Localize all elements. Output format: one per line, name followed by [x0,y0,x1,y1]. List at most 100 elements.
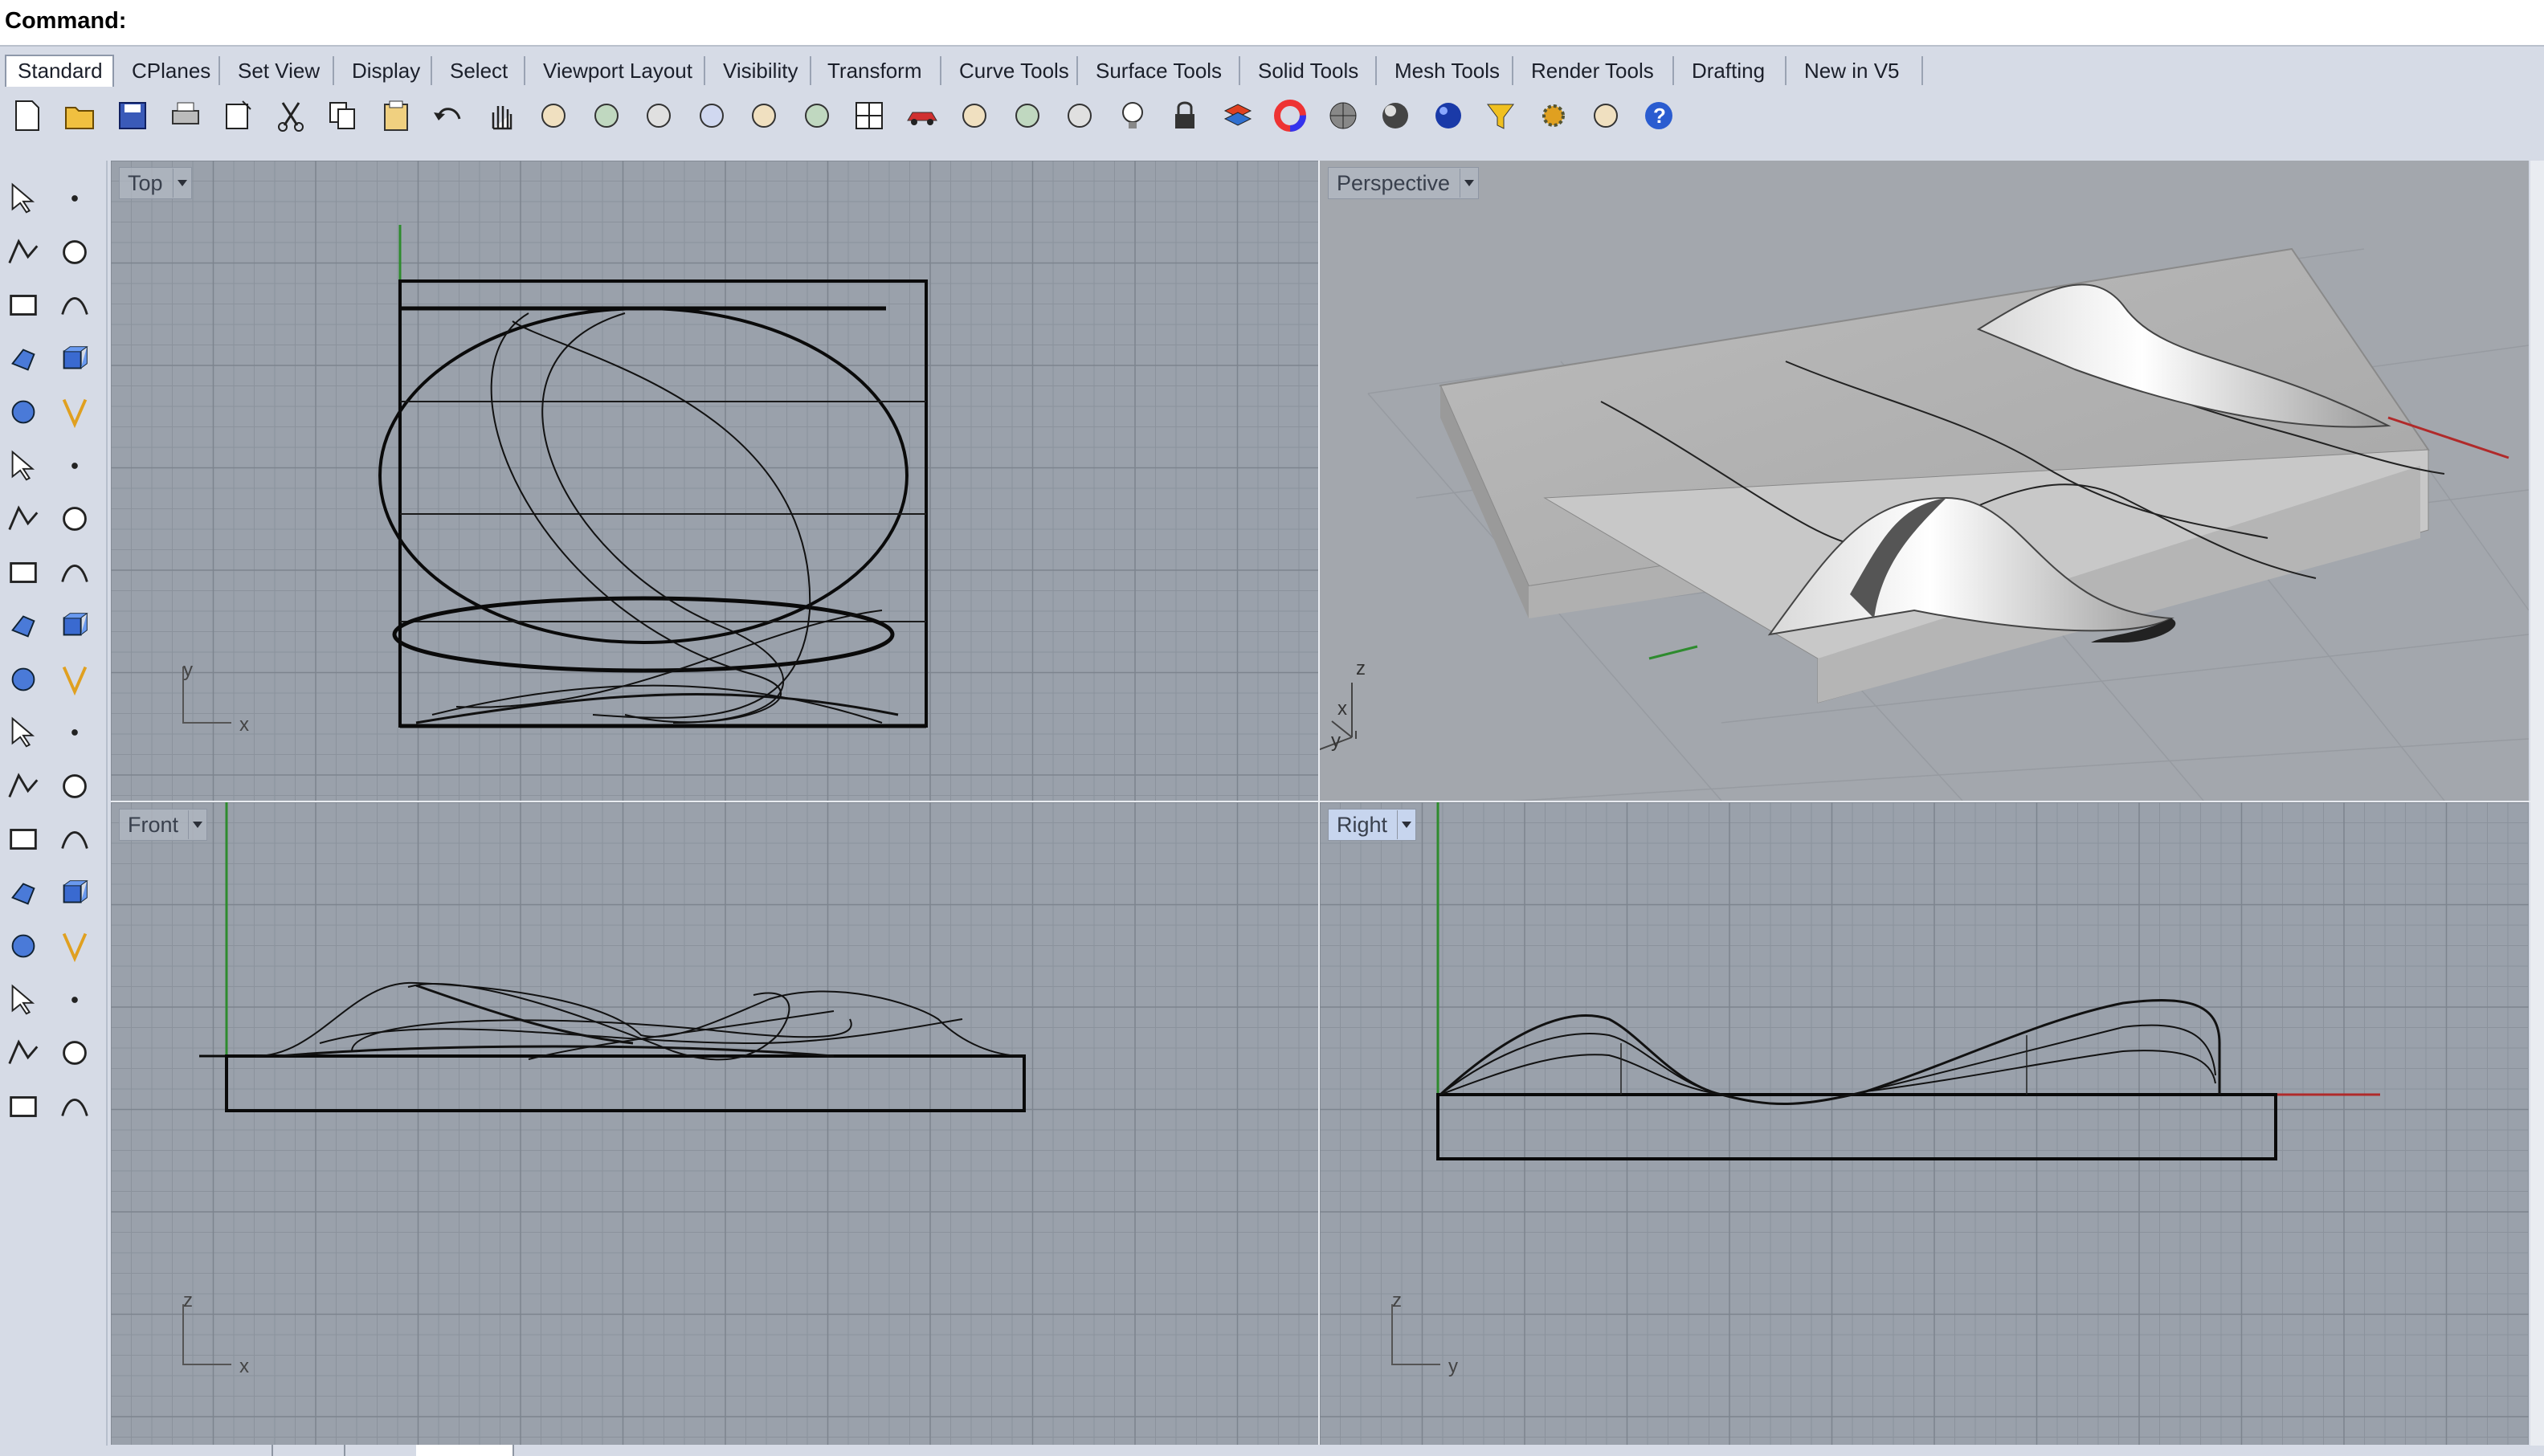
tab-standard[interactable]: Standard [5,55,114,87]
viewport-front[interactable]: Front z x [111,802,1318,1445]
viewport-top[interactable]: Top y x [111,161,1318,801]
boolean-union-icon[interactable] [2,711,45,754]
tab-solid-tools[interactable]: Solid Tools [1247,56,1377,85]
open-folder-icon[interactable] [59,95,101,137]
save-icon[interactable] [112,95,153,137]
chevron-down-icon[interactable] [1460,169,1478,198]
tab-cplanes[interactable]: CPlanes [120,56,220,85]
viewport-title-right[interactable]: Right [1328,809,1417,841]
surface-edge-icon[interactable] [53,444,96,487]
zoom-icon[interactable] [586,95,627,137]
filter-icon[interactable] [1480,95,1521,137]
chevron-down-icon[interactable] [188,810,206,839]
viewport-splitter-horizontal[interactable] [111,801,2530,802]
split-icon[interactable] [53,604,96,647]
zoom-window-icon[interactable] [638,95,680,137]
zoom-extents-icon[interactable] [691,95,733,137]
blue-sphere-icon[interactable] [1427,95,1469,137]
array-icon[interactable] [2,871,45,915]
mesh-surface-icon[interactable] [53,551,96,594]
paste-icon[interactable] [375,95,417,137]
sphere-material-icon[interactable] [1322,95,1364,137]
tab-render-tools[interactable]: Render Tools [1520,56,1674,85]
viewport-title-perspective[interactable]: Perspective [1328,167,1480,199]
circle-tool-icon[interactable] [2,283,45,327]
tab-new-in-v5[interactable]: New in V5 [1793,56,1923,85]
text-icon[interactable] [2,818,45,861]
pan-hand-icon[interactable] [480,95,522,137]
viewport-right[interactable]: Right z y [1320,802,2529,1445]
viewport-title-front[interactable]: Front [119,809,208,841]
settings-gear-icon[interactable] [1533,95,1574,137]
cylinder-icon[interactable] [2,551,45,594]
mirror-icon[interactable] [53,871,96,915]
render-sphere-icon[interactable] [1374,95,1416,137]
point-icon[interactable] [53,177,96,220]
scale-icon[interactable] [53,818,96,861]
four-viewports-icon[interactable] [848,95,890,137]
zoom-selected-icon[interactable] [743,95,785,137]
extrude-icon[interactable] [2,924,45,968]
tab-viewport-layout[interactable]: Viewport Layout [532,56,705,85]
print-icon[interactable] [165,95,206,137]
polygon-tool-icon[interactable] [2,390,45,434]
box-solid-icon[interactable] [2,497,45,540]
polyline-icon[interactable] [2,230,45,274]
grid-array-icon[interactable] [2,978,45,1022]
trim-icon[interactable] [2,658,45,701]
command-input[interactable] [129,5,2526,39]
check-icon[interactable] [53,1031,96,1075]
tab-surface-tools[interactable]: Surface Tools [1084,56,1240,85]
help-icon[interactable]: ? [1638,95,1680,137]
surface-corner-icon[interactable] [2,444,45,487]
tab-drafting[interactable]: Drafting [1680,56,1787,85]
tab-mesh-tools[interactable]: Mesh Tools [1383,56,1513,85]
offset-icon[interactable] [53,765,96,808]
viewport-splitter-vertical[interactable] [1318,161,1320,1446]
tab-set-view[interactable]: Set View [227,56,334,85]
copy-icon[interactable] [322,95,364,137]
circle-icon[interactable] [1007,95,1048,137]
move-gumball-icon[interactable] [53,978,96,1022]
viewport-tab[interactable] [344,1445,418,1456]
rotate-view-icon[interactable] [796,95,838,137]
analyze-icon[interactable] [2,1031,45,1075]
tab-transform[interactable]: Transform [816,56,941,85]
car-render-icon[interactable] [901,95,943,137]
tab-curve-tools[interactable]: Curve Tools [948,56,1078,85]
layers-icon[interactable] [1217,95,1259,137]
fillet-curve-icon[interactable] [2,765,45,808]
move-view-icon[interactable] [533,95,574,137]
dimension-tool-icon[interactable] [53,924,96,968]
new-file-icon[interactable] [6,95,48,137]
curve-tool-icon[interactable] [53,390,96,434]
viewport-title-top[interactable]: Top [119,167,192,199]
import-icon[interactable] [217,95,259,137]
points-icon[interactable] [1059,95,1100,137]
curve-points-icon[interactable] [53,230,96,274]
viewport-tab[interactable] [272,1445,345,1456]
sphere-solid-icon[interactable] [53,497,96,540]
arc-tool-icon[interactable] [2,337,45,381]
viewport-perspective[interactable]: Perspective z x y [1320,161,2529,801]
undo-icon[interactable] [427,95,469,137]
rectangle-tool-icon[interactable] [53,337,96,381]
group-icon[interactable] [53,711,96,754]
select-arrow-icon[interactable] [2,177,45,220]
cut-icon[interactable] [270,95,312,137]
shaded-icon[interactable] [953,95,995,137]
explode-icon[interactable] [2,604,45,647]
chevron-down-icon[interactable] [172,169,191,198]
dimension-icon[interactable] [1585,95,1627,137]
tab-select[interactable]: Select [439,56,525,85]
color-wheel-icon[interactable] [1269,95,1311,137]
lock-icon[interactable] [1164,95,1206,137]
material-icon[interactable] [53,1085,96,1128]
ellipse-tool-icon[interactable] [53,283,96,327]
tab-display[interactable]: Display [341,56,432,85]
tab-visibility[interactable]: Visibility [712,56,811,85]
viewport-tab[interactable] [111,1445,273,1456]
join-icon[interactable] [53,658,96,701]
chevron-down-icon[interactable] [1397,810,1415,839]
light-bulb-icon[interactable] [1112,95,1154,137]
